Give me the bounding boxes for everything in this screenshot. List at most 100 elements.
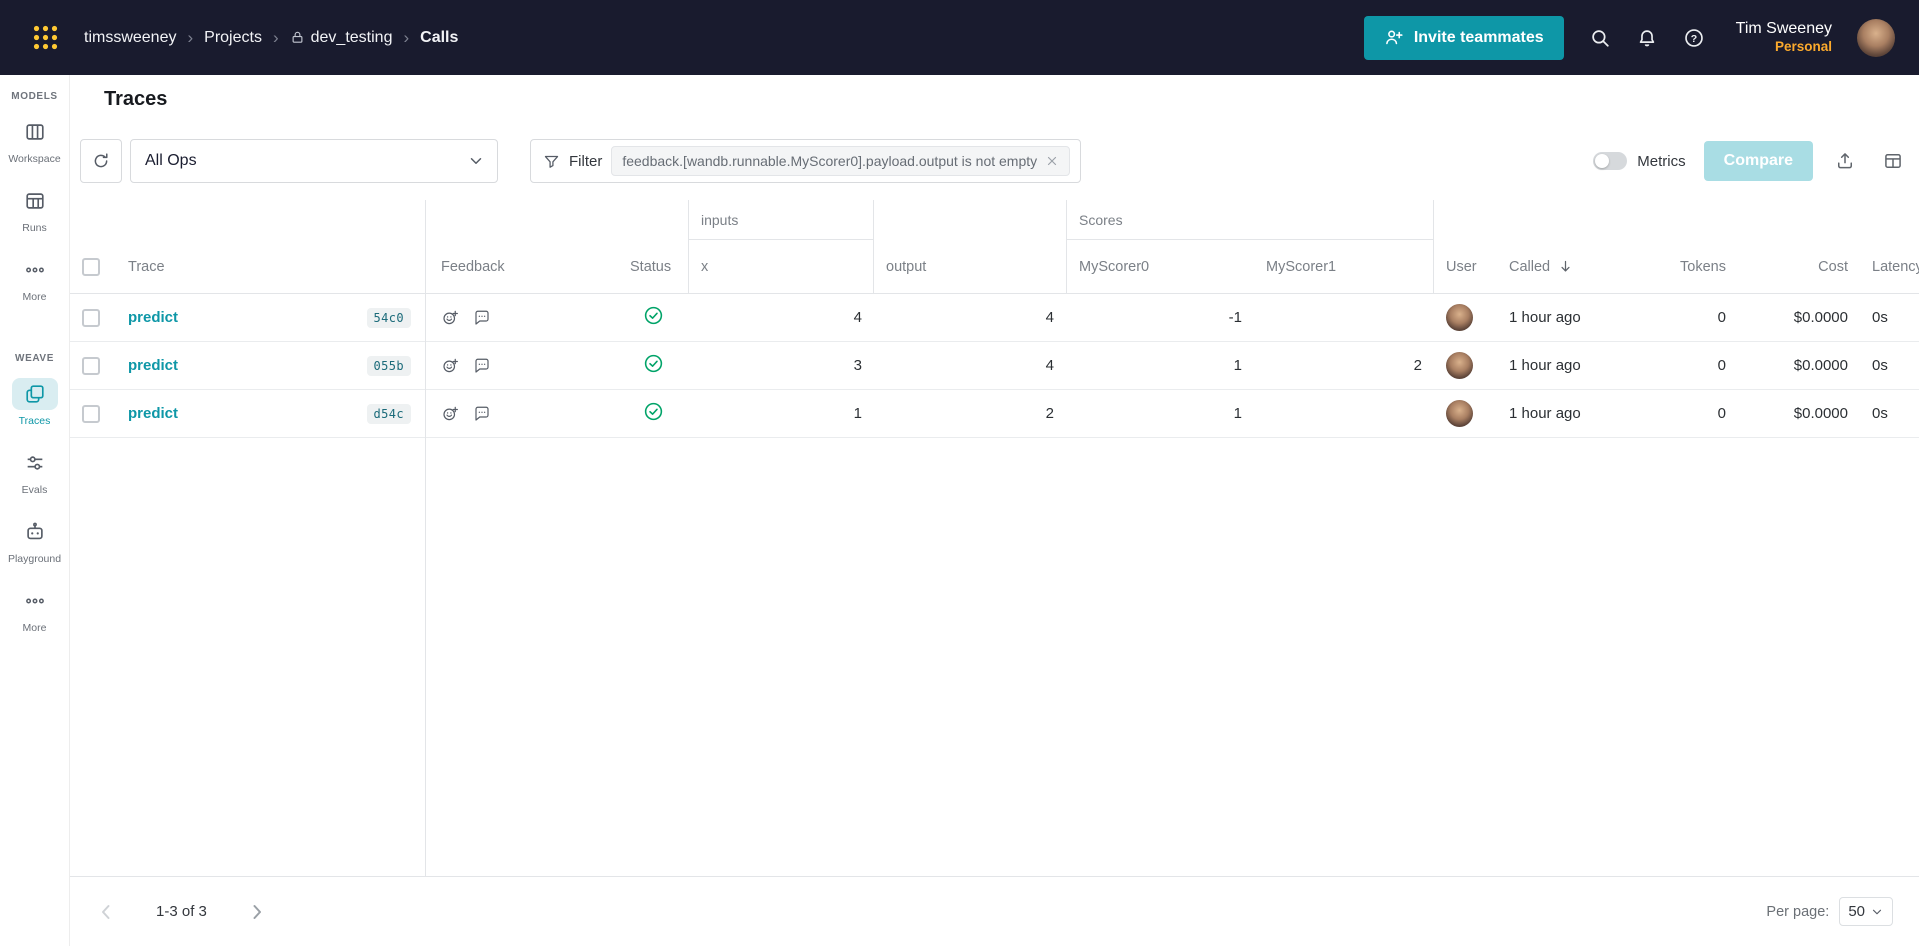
row-checkbox[interactable] [82,404,100,423]
group-header-scores: Scores [1066,200,1434,240]
column-header-status[interactable]: Status [618,240,688,293]
evals-icon [27,456,42,470]
column-header-user[interactable]: User [1434,240,1499,293]
compare-button[interactable]: Compare [1703,141,1813,181]
sidebar-item-runs[interactable]: Runs [0,185,69,234]
column-header-myscorer0[interactable]: MyScorer0 [1066,240,1254,293]
column-header-myscorer1[interactable]: MyScorer1 [1254,240,1434,293]
add-reaction-icon[interactable] [441,357,459,375]
cell-myscorer1: 2 [1413,357,1422,374]
chevron-right-icon [253,904,261,919]
main-content: Traces All Ops Filter feedback.[wandb.ru… [70,75,1919,946]
comment-icon[interactable] [473,405,491,423]
search-icon[interactable] [1589,27,1611,49]
comment-icon[interactable] [473,357,491,375]
filter-chip[interactable]: feedback.[wandb.runnable.MyScorer0].payl… [611,146,1071,176]
per-page-value: 50 [1848,903,1865,920]
sidebar-item-label: More [22,622,47,634]
status-success-icon [643,305,664,330]
trace-link[interactable]: predict [128,405,178,422]
cell-called: 1 hour ago [1509,357,1581,374]
column-settings-icon[interactable] [1883,151,1903,171]
user-avatar[interactable] [1857,18,1895,57]
sidebar-item-traces[interactable]: Traces [0,378,69,427]
sidebar-section-models: MODELS [11,91,58,102]
column-header-cost[interactable]: Cost [1738,240,1860,293]
column-header-output[interactable]: output [874,240,1066,293]
left-sidebar: MODELS Workspace Runs More WEAVE Traces … [0,75,70,946]
call-id-chip[interactable]: d54c [366,403,411,424]
sidebar-item-workspace[interactable]: Workspace [0,116,69,165]
export-icon[interactable] [1835,151,1855,171]
row-user-avatar [1446,352,1473,379]
sidebar-item-label: Playground [7,553,62,565]
breadcrumb-account[interactable]: timssweeney [84,29,176,47]
sidebar-item-label: Evals [21,484,48,496]
filter-label: Filter [569,152,603,170]
cell-myscorer0: 1 [1233,405,1242,422]
cell-myscorer1 [1254,390,1434,437]
previous-page-button[interactable] [90,896,122,928]
add-reaction-icon[interactable] [441,405,459,423]
chevron-down-icon [470,158,482,164]
trace-link[interactable]: predict [128,309,178,326]
sidebar-item-evals[interactable]: Evals [0,447,69,496]
column-header-called[interactable]: Called [1499,240,1623,293]
comment-icon[interactable] [473,309,491,327]
call-id-chip[interactable]: 055b [366,355,411,376]
more-icon [25,598,44,604]
cell-output: 4 [1045,309,1054,326]
call-id-chip[interactable]: 54c0 [366,307,411,328]
per-page-select[interactable]: 50 [1839,897,1893,926]
breadcrumb: timssweeney › Projects › dev_testing › C… [84,28,458,48]
ops-filter-select[interactable]: All Ops [130,139,498,183]
column-header-trace[interactable]: Trace [116,240,425,293]
filter-bar: Filter feedback.[wandb.runnable.MyScorer… [530,139,1082,183]
trace-link[interactable]: predict [128,357,178,374]
select-all-checkbox[interactable] [82,257,100,276]
metrics-toggle[interactable] [1593,152,1628,170]
sidebar-item-more-models[interactable]: More [0,254,69,303]
playground-icon [26,522,43,540]
row-checkbox[interactable] [82,308,100,327]
wandb-logo[interactable] [30,23,60,53]
column-header-tokens[interactable]: Tokens [1623,240,1738,293]
sidebar-item-label: Traces [18,415,51,427]
invite-teammates-label: Invite teammates [1413,28,1544,46]
remove-filter-icon[interactable] [1045,154,1059,168]
row-checkbox[interactable] [82,356,100,375]
sidebar-item-label: Runs [22,222,47,234]
sort-descending-icon[interactable] [1558,259,1573,274]
refresh-button[interactable] [80,139,122,183]
help-icon[interactable]: ? [1683,27,1705,49]
cell-myscorer0: 1 [1233,357,1242,374]
column-header-feedback[interactable]: Feedback [425,240,618,293]
calls-toolbar: All Ops Filter feedback.[wandb.runnable.… [80,139,1903,183]
sidebar-item-label: More [22,291,47,303]
status-success-icon [643,401,664,426]
breadcrumb-project[interactable]: dev_testing [311,29,393,47]
invite-teammates-button[interactable]: Invite teammates [1363,15,1564,60]
breadcrumb-separator: › [403,27,410,47]
table-row[interactable]: predict 54c0 4 4 -1 1 hour ago 0 $0.0000… [70,294,1919,342]
sidebar-item-playground[interactable]: Playground [0,516,69,565]
column-header-row: Trace Feedback Status x output MyScorer0… [70,240,1919,294]
column-header-latency[interactable]: Latency [1860,240,1919,293]
filter-chip-text: feedback.[wandb.runnable.MyScorer0].payl… [622,153,1038,169]
column-header-x[interactable]: x [688,240,874,293]
add-reaction-icon[interactable] [441,309,459,327]
next-page-button[interactable] [241,896,273,928]
table-row[interactable]: predict 055b 3 4 1 2 1 hour ago 0 $0.000… [70,342,1919,390]
cell-cost: $0.0000 [1793,405,1848,422]
sidebar-item-more-weave[interactable]: More [0,585,69,634]
workspace-icon [25,124,44,140]
page-title: Traces [104,88,168,110]
table-row[interactable]: predict d54c 1 2 1 1 hour ago 0 $0.0000 … [70,390,1919,438]
notifications-bell-icon[interactable] [1636,27,1658,49]
pagination-footer: 1-3 of 3 Per page: 50 [70,876,1919,946]
pinned-column-divider [425,200,426,876]
calls-table: inputs Scores Trace Feedback Status x ou… [70,200,1919,876]
breadcrumb-projects[interactable]: Projects [204,29,262,47]
cell-tokens: 0 [1717,357,1726,374]
breadcrumb-separator: › [272,27,279,47]
